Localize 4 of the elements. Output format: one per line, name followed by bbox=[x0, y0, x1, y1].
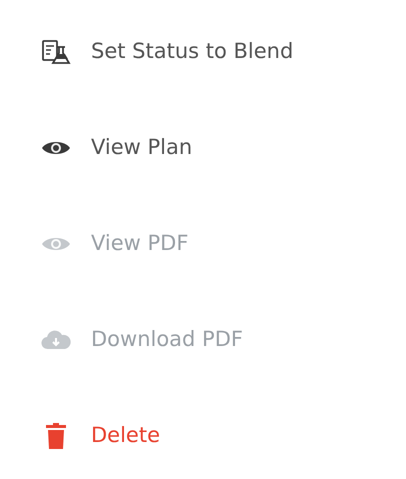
menu-item[interactable]: Set Status to Blend bbox=[40, 34, 406, 70]
menu-item[interactable]: View Plan bbox=[40, 130, 406, 166]
menu-item[interactable]: Delete bbox=[40, 418, 406, 454]
flask-icon bbox=[40, 38, 72, 66]
